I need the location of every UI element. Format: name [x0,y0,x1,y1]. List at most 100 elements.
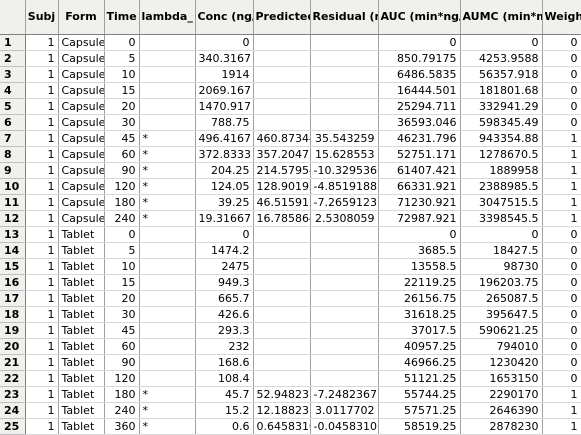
col-header-subj[interactable]: Subj [25,0,59,35]
cell-auc[interactable]: 3685.5 [378,242,461,259]
cell-time[interactable]: 45 [104,130,140,147]
cell-subj[interactable]: 1 [25,402,59,419]
cell-predicted[interactable] [253,66,311,83]
cell-form[interactable]: Tablet [58,354,105,371]
table-row[interactable]: 71Capsule45*496.4167460.8734435.54325946… [0,130,581,147]
row-number[interactable]: 1 [0,34,26,51]
cell-aumc[interactable]: 2290170 [460,386,543,403]
table-row[interactable]: 2 1 Capsule 5 340.3167 850.79175 4253.9588 0 [0,50,581,67]
row-number[interactable]: 7 [0,130,26,147]
cell-predicted[interactable] [253,274,311,291]
table-row[interactable]: 101Capsule120*124.05128.90192-4.85191886… [0,178,581,195]
cell-aumc[interactable]: 196203.75 [460,274,543,291]
cell-residual[interactable] [310,370,379,387]
cell-form[interactable]: Capsule [58,98,105,115]
cell-conc[interactable]: 45.7 [195,386,254,403]
cell-time[interactable]: 5 [104,242,140,259]
cell-time[interactable]: 360 [104,418,140,435]
table-row[interactable]: 14 1 Tablet 5 1474.2 3685.5 18427.5 0 [0,242,581,259]
corner-cell[interactable] [0,0,26,35]
cell-form[interactable]: Capsule [58,194,105,211]
cell-residual[interactable]: 2.5308059 [310,210,379,227]
cell-aumc[interactable]: 2878230 [460,418,543,435]
cell-time[interactable]: 20 [104,98,140,115]
cell-lambda[interactable]: * [139,210,196,227]
cell-predicted[interactable] [253,322,311,339]
cell-subj[interactable]: 1 [25,66,59,83]
cell-conc[interactable]: 2475 [195,258,254,275]
cell-auc[interactable]: 57571.25 [378,402,461,419]
cell-predicted[interactable] [253,34,311,51]
cell-weight[interactable]: 0 [542,354,581,371]
col-header-aumc[interactable]: AUMC (min*min*ng/ [460,0,543,35]
cell-auc[interactable]: 55744.25 [378,386,461,403]
cell-conc[interactable]: 168.6 [195,354,254,371]
cell-aumc[interactable]: 3047515.5 [460,194,543,211]
cell-weight[interactable]: 1 [542,178,581,195]
cell-lambda[interactable] [139,290,196,307]
cell-aumc[interactable]: 598345.49 [460,114,543,131]
cell-aumc[interactable]: 4253.9588 [460,50,543,67]
cell-aumc[interactable]: 943354.88 [460,130,543,147]
row-number[interactable]: 17 [0,290,26,307]
row-number[interactable]: 22 [0,370,26,387]
cell-residual[interactable] [310,290,379,307]
cell-aumc[interactable]: 794010 [460,338,543,355]
cell-lambda[interactable] [139,226,196,243]
cell-subj[interactable]: 1 [25,114,59,131]
row-number[interactable]: 21 [0,354,26,371]
cell-predicted[interactable] [253,290,311,307]
row-number[interactable]: 19 [0,322,26,339]
col-header-conc[interactable]: Conc (ng/mL) [195,0,254,35]
cell-lambda[interactable] [139,82,196,99]
cell-residual[interactable]: -7.2659123 [310,194,379,211]
cell-residual[interactable]: -7.2482367 [310,386,379,403]
cell-auc[interactable]: 46231.796 [378,130,461,147]
cell-time[interactable]: 30 [104,306,140,323]
cell-subj[interactable]: 1 [25,290,59,307]
cell-auc[interactable]: 31618.25 [378,306,461,323]
cell-conc[interactable]: 0 [195,226,254,243]
cell-residual[interactable] [310,34,379,51]
cell-predicted[interactable] [253,98,311,115]
row-number[interactable]: 4 [0,82,26,99]
cell-form[interactable]: Tablet [58,338,105,355]
cell-predicted[interactable]: 214.57954 [253,162,311,179]
cell-residual[interactable] [310,354,379,371]
cell-subj[interactable]: 1 [25,210,59,227]
cell-residual[interactable] [310,82,379,99]
cell-residual[interactable]: -0.0458310 [310,418,379,435]
cell-aumc[interactable]: 1278670.5 [460,146,543,163]
cell-conc[interactable]: 426.6 [195,306,254,323]
row-number[interactable]: 15 [0,258,26,275]
cell-aumc[interactable]: 1653150 [460,370,543,387]
cell-conc[interactable]: 232 [195,338,254,355]
row-number[interactable]: 2 [0,50,26,67]
row-number[interactable]: 8 [0,146,26,163]
cell-aumc[interactable]: 1889958 [460,162,543,179]
table-row[interactable]: 111Capsule180*39.2546.515912-7.265912371… [0,194,581,211]
table-row[interactable]: 1 1 Capsule 0 0 0 0 0 [0,34,581,51]
cell-residual[interactable]: 35.543259 [310,130,379,147]
cell-time[interactable]: 15 [104,82,140,99]
cell-conc[interactable]: 2069.167 [195,82,254,99]
table-row[interactable]: 6 1 Capsule 30 788.75 36593.046 598345.49 0 [0,114,581,131]
cell-lambda[interactable] [139,338,196,355]
cell-aumc[interactable]: 98730 [460,258,543,275]
cell-subj[interactable]: 1 [25,258,59,275]
cell-conc[interactable]: 1914 [195,66,254,83]
cell-residual[interactable] [310,242,379,259]
cell-conc[interactable]: 788.75 [195,114,254,131]
cell-subj[interactable]: 1 [25,34,59,51]
cell-weight[interactable]: 1 [542,210,581,227]
cell-predicted[interactable] [253,258,311,275]
cell-subj[interactable]: 1 [25,338,59,355]
table-row[interactable]: 18 1 Tablet 30 426.6 31618.25 395647.5 0 [0,306,581,323]
cell-subj[interactable]: 1 [25,306,59,323]
cell-aumc[interactable]: 590621.25 [460,322,543,339]
cell-lambda[interactable]: * [139,386,196,403]
cell-form[interactable]: Tablet [58,306,105,323]
cell-predicted[interactable]: 16.785864 [253,210,311,227]
cell-lambda[interactable] [139,322,196,339]
cell-residual[interactable] [310,338,379,355]
